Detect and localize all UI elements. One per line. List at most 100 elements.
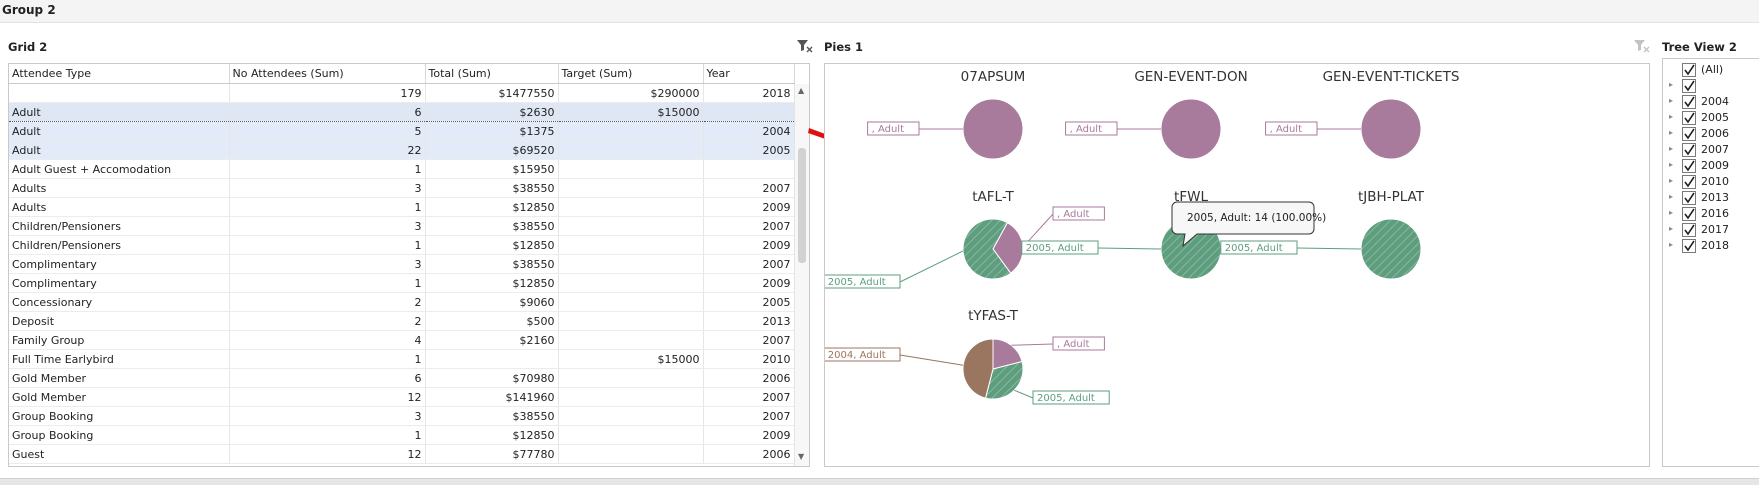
table-cell[interactable]: 22 <box>229 140 426 160</box>
table-cell[interactable] <box>558 406 704 426</box>
table-row[interactable]: Gold Member 12 $141960 2007 <box>9 387 795 407</box>
table-cell[interactable] <box>558 216 704 236</box>
table-cell[interactable] <box>703 159 795 179</box>
scrollbar-thumb[interactable] <box>798 148 806 263</box>
table-row[interactable]: Adult 5 $1375 2004 <box>9 121 795 141</box>
table-cell[interactable]: $15000 <box>558 102 704 122</box>
table-cell[interactable]: $290000 <box>558 83 704 103</box>
table-cell[interactable] <box>558 140 704 160</box>
table-cell[interactable]: Family Group <box>9 330 230 350</box>
table-cell[interactable]: 2007 <box>703 406 795 426</box>
table-row[interactable]: Family Group 4 $2160 2007 <box>9 330 795 350</box>
table-cell[interactable]: Adult <box>9 121 230 141</box>
table-cell[interactable]: $69520 <box>425 140 559 160</box>
table-cell[interactable]: 12 <box>229 444 426 464</box>
table-cell[interactable] <box>558 292 704 312</box>
table-cell[interactable]: 3 <box>229 216 426 236</box>
checkbox[interactable] <box>1682 175 1696 189</box>
table-cell[interactable]: 2009 <box>703 273 795 293</box>
table-cell[interactable] <box>558 368 704 388</box>
table-row[interactable]: Adult Guest + Accomodation 1 $15950 <box>9 159 795 179</box>
table-cell[interactable]: $12850 <box>425 235 559 255</box>
table-cell[interactable] <box>558 387 704 407</box>
table-cell[interactable]: $500 <box>425 311 559 331</box>
table-cell[interactable]: Adult <box>9 102 230 122</box>
table-cell[interactable]: 2007 <box>703 387 795 407</box>
expand-icon[interactable]: ▸ <box>1669 80 1673 89</box>
expand-icon[interactable]: ▸ <box>1669 128 1673 137</box>
table-cell[interactable]: Adults <box>9 178 230 198</box>
table-row[interactable]: Concessionary 2 $9060 2005 <box>9 292 795 312</box>
table-cell[interactable]: $12850 <box>425 425 559 445</box>
table-cell[interactable] <box>558 197 704 217</box>
table-cell[interactable]: 1 <box>229 349 426 369</box>
table-row[interactable]: 179 $1477550 $290000 2018 <box>9 83 795 103</box>
checkbox[interactable] <box>1682 79 1696 93</box>
table-cell[interactable]: Full Time Earlybird <box>9 349 230 369</box>
expand-icon[interactable]: ▸ <box>1669 176 1673 185</box>
expand-icon[interactable]: ▸ <box>1669 224 1673 233</box>
table-cell[interactable] <box>558 330 704 350</box>
table-row[interactable]: Deposit 2 $500 2013 <box>9 311 795 331</box>
table-cell[interactable]: 2009 <box>703 235 795 255</box>
clear-filter-icon[interactable] <box>796 38 814 54</box>
table-cell[interactable]: 3 <box>229 406 426 426</box>
table-cell[interactable]: $38550 <box>425 406 559 426</box>
checkbox[interactable] <box>1682 223 1696 237</box>
table-cell[interactable]: 2018 <box>703 83 795 103</box>
table-cell[interactable] <box>558 178 704 198</box>
checkbox[interactable] <box>1682 239 1696 253</box>
table-row[interactable]: Adults 1 $12850 2009 <box>9 197 795 217</box>
table-cell[interactable]: 1 <box>229 197 426 217</box>
table-cell[interactable]: $1375 <box>425 121 559 141</box>
checkbox[interactable] <box>1682 191 1696 205</box>
table-cell[interactable]: 3 <box>229 178 426 198</box>
table-cell[interactable]: 2013 <box>703 311 795 331</box>
table-cell[interactable] <box>558 159 704 179</box>
expand-icon[interactable]: ▸ <box>1669 240 1673 249</box>
table-cell[interactable] <box>558 121 704 141</box>
table-cell[interactable]: Concessionary <box>9 292 230 312</box>
table-cell[interactable]: 2007 <box>703 254 795 274</box>
column-header-no-attendees[interactable]: No Attendees (Sum) <box>229 64 426 84</box>
table-cell[interactable]: 1 <box>229 235 426 255</box>
table-cell[interactable]: Complimentary <box>9 254 230 274</box>
table-cell[interactable]: Gold Member <box>9 387 230 407</box>
table-cell[interactable]: Group Booking <box>9 406 230 426</box>
table-cell[interactable]: $38550 <box>425 254 559 274</box>
table-cell[interactable] <box>703 102 795 122</box>
expand-icon[interactable]: ▸ <box>1669 208 1673 217</box>
table-cell[interactable]: 2005 <box>703 140 795 160</box>
table-row[interactable]: Adult 6 $2630 $15000 <box>9 102 795 122</box>
table-row[interactable]: Adult 22 $69520 2005 <box>9 140 795 160</box>
table-cell[interactable] <box>425 349 559 369</box>
column-header-target[interactable]: Target (Sum) <box>558 64 704 84</box>
tree-item[interactable]: ▸ 2018 <box>1663 237 1759 255</box>
table-cell[interactable]: 2007 <box>703 216 795 236</box>
table-cell[interactable]: $38550 <box>425 178 559 198</box>
table-row[interactable]: Gold Member 6 $70980 2006 <box>9 368 795 388</box>
table-cell[interactable]: $2160 <box>425 330 559 350</box>
data-grid[interactable]: Attendee Type No Attendees (Sum) Total (… <box>8 63 810 467</box>
table-row[interactable]: Complimentary 3 $38550 2007 <box>9 254 795 274</box>
table-cell[interactable]: 2 <box>229 292 426 312</box>
checkbox[interactable] <box>1682 63 1696 77</box>
table-cell[interactable]: 2006 <box>703 444 795 464</box>
table-cell[interactable]: Adult <box>9 140 230 160</box>
table-cell[interactable]: 1 <box>229 159 426 179</box>
expand-icon[interactable]: ▸ <box>1669 112 1673 121</box>
table-cell[interactable] <box>558 273 704 293</box>
table-cell[interactable]: Adults <box>9 197 230 217</box>
table-row[interactable]: Guest 12 $77780 2006 <box>9 444 795 464</box>
table-row[interactable]: Full Time Earlybird 1 $15000 2010 <box>9 349 795 369</box>
table-cell[interactable] <box>558 235 704 255</box>
table-cell[interactable]: 2007 <box>703 330 795 350</box>
checkbox[interactable] <box>1682 111 1696 125</box>
table-cell[interactable]: 2006 <box>703 368 795 388</box>
table-row[interactable]: Group Booking 1 $12850 2009 <box>9 425 795 445</box>
table-cell[interactable]: Deposit <box>9 311 230 331</box>
pies-chart-area[interactable]: 07APSUM , Adult GEN-EVENT-DON , Adult GEN-EV… <box>824 63 1650 467</box>
table-cell[interactable]: 179 <box>229 83 426 103</box>
checkbox[interactable] <box>1682 95 1696 109</box>
table-cell[interactable]: $1477550 <box>425 83 559 103</box>
